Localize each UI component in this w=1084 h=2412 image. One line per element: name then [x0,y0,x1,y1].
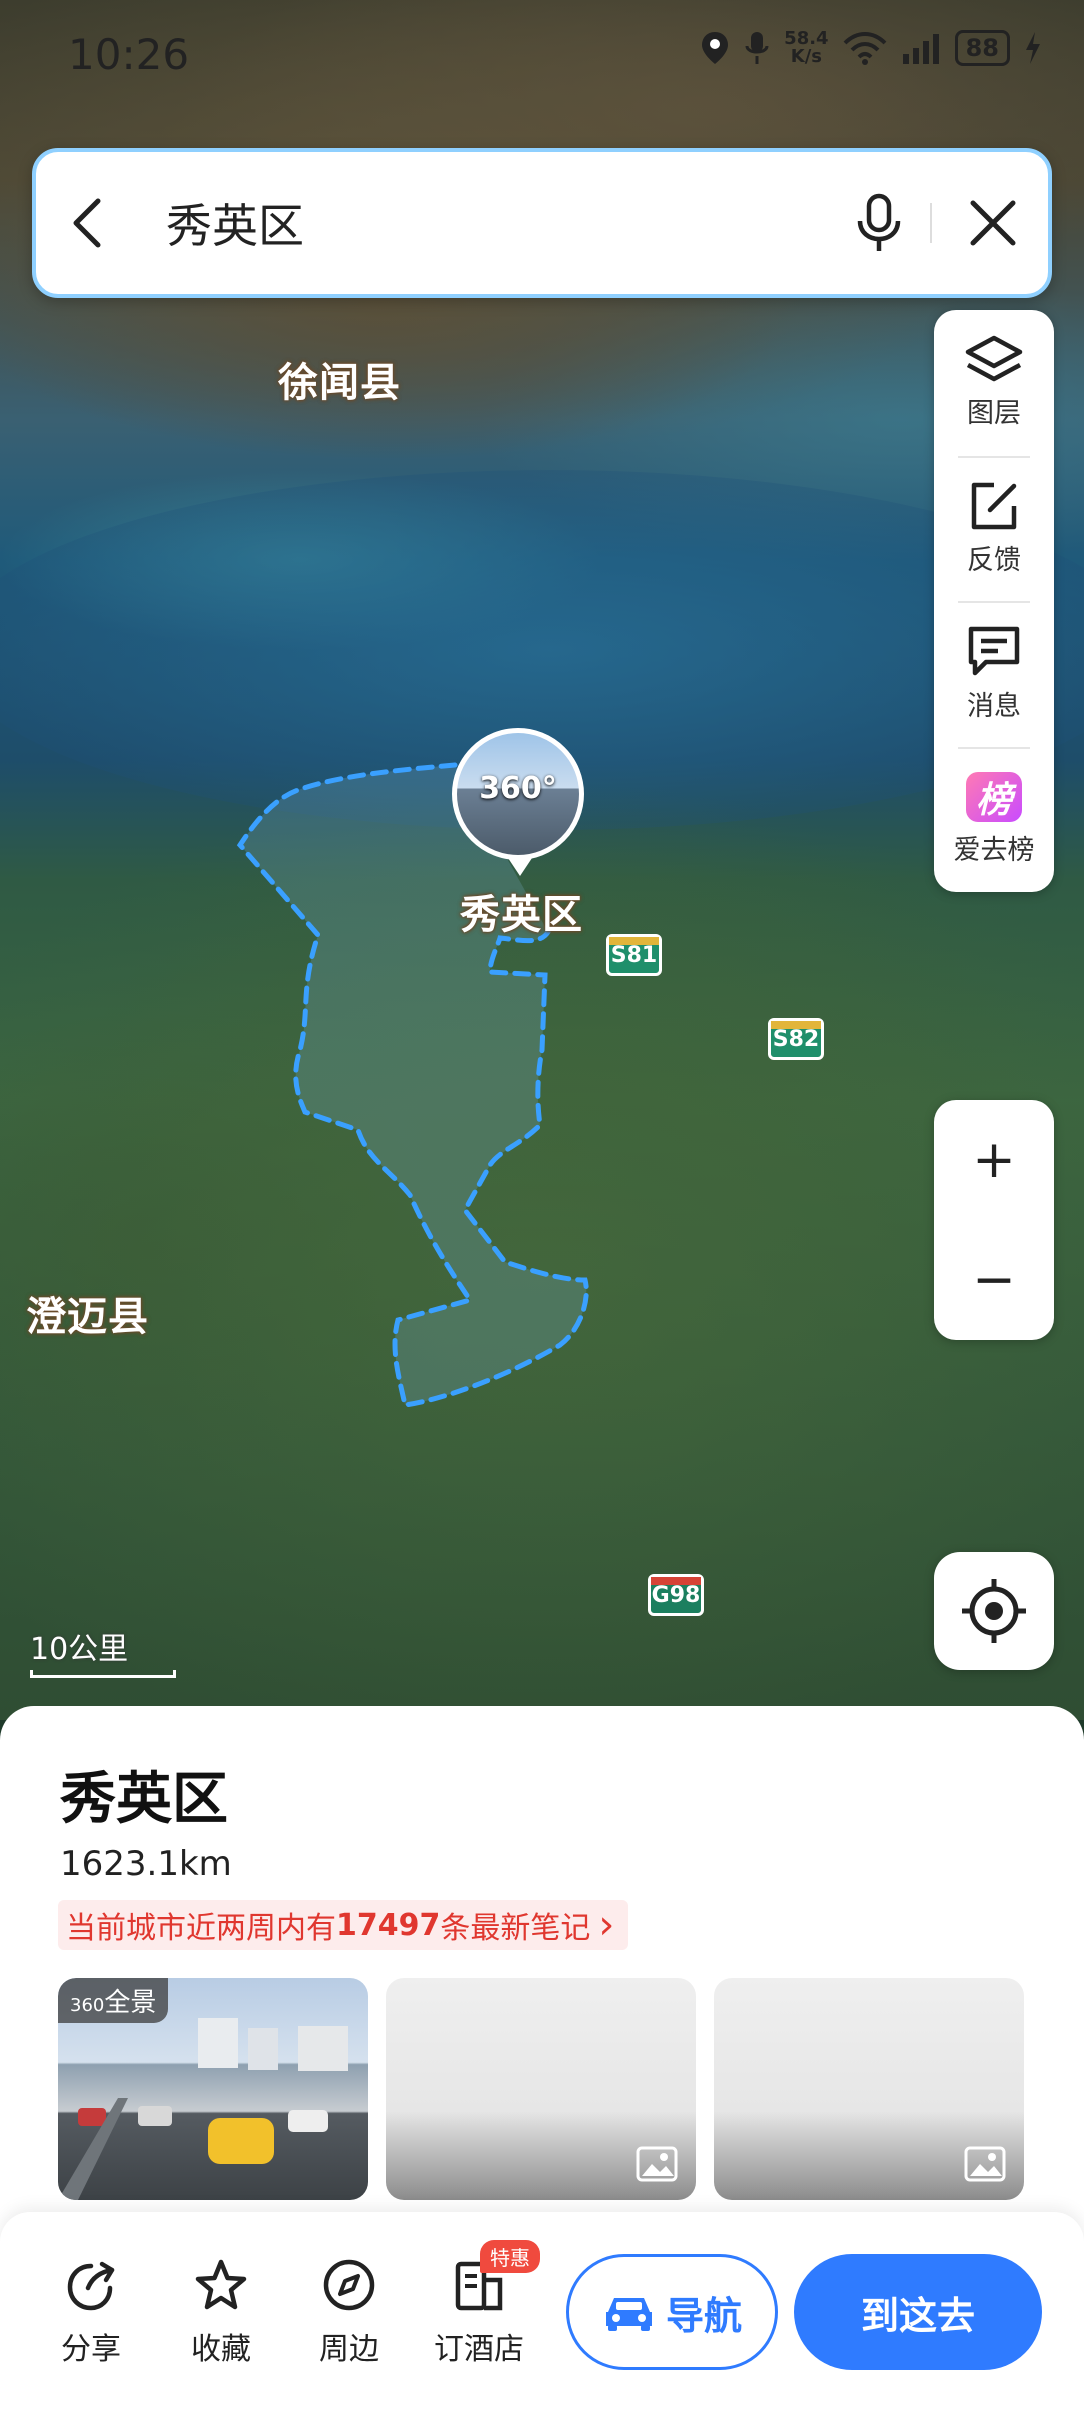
layers-button[interactable]: 图层 [934,310,1054,456]
ranking-button[interactable]: 榜 爱去榜 [934,746,1054,893]
share-icon [67,2261,115,2311]
zoom-out-button[interactable]: − [934,1220,1054,1340]
book-hotel-button[interactable]: 订酒店 [424,2258,534,2368]
crosshair-icon [962,1579,1026,1643]
navigate-label: 导航 [665,2293,742,2338]
close-icon [970,200,1016,246]
image-icon [964,2146,1006,2182]
favorite-button[interactable]: 收藏 [166,2258,276,2368]
notes-banner[interactable]: 当前城市近两周内有 17497 条最新笔记 › [58,1900,629,1950]
location-icon [702,32,729,64]
messages-button[interactable]: 消息 [934,601,1054,747]
pano-360-text: 360° [479,771,557,806]
feedback-label: 反馈 [967,544,1021,576]
road-badge-s82: S82 [768,1018,824,1060]
search-query[interactable]: 秀英区 [136,190,834,256]
photo-panorama[interactable]: 360全景 [58,1978,368,2200]
network-speed: 58.4 K/s [784,30,828,66]
map-tool-panel: 图层 反馈 消息 榜 爱去榜 [934,310,1054,892]
bottom-action-bar: 分享 收藏 周边 订酒店 特惠 导航 到这去 [0,2212,1084,2412]
panorama-marker[interactable]: 360° [452,728,584,860]
pano-tag-label: 全景 [104,1988,157,2018]
microphone-icon [857,193,901,251]
charging-icon [1026,32,1040,64]
search-divider [930,203,932,243]
photo-placeholder-1[interactable] [386,1978,696,2200]
compass-icon [323,2259,375,2311]
notes-suffix: 条最新笔记 [440,1911,591,1946]
layers-label: 图层 [967,398,1021,430]
wifi-icon [843,32,887,65]
pin-tip [508,858,532,876]
scale-text: 10公里 [30,1632,129,1667]
discount-badge: 特惠 [480,2240,540,2273]
ranking-icon: 榜 [966,771,1022,822]
message-icon [968,627,1020,676]
status-time: 10:26 [68,30,190,79]
car-icon [605,2298,652,2331]
image-icon [636,2146,678,2182]
zoom-in-button[interactable]: + [934,1100,1054,1220]
panorama-tag: 360全景 [58,1978,169,2023]
status-bar: 10:26 58.4 K/s 88 [0,0,1084,110]
chevron-right-icon: › [598,1902,615,1948]
back-button[interactable] [36,152,136,294]
place-title: 秀英区 [60,1767,228,1832]
nearby-button[interactable]: 周边 [294,2258,404,2368]
map-label-xuwen[interactable]: 徐闻县 [278,350,401,408]
locate-me-button[interactable] [934,1552,1054,1670]
road-badge-g98: G98 [648,1574,704,1616]
search-bar[interactable]: 秀英区 [32,148,1052,298]
status-icons: 58.4 K/s 88 [700,30,1042,66]
nearby-label: 周边 [319,2332,379,2367]
favorite-label: 收藏 [191,2332,251,2367]
layers-icon [965,336,1023,382]
pano-tag-360: 360 [70,1995,105,2016]
mic-status-icon [745,32,769,64]
map-label-chengmai[interactable]: 澄迈县 [26,1284,149,1342]
road-badge-s81: S81 [606,934,662,976]
map-label-district[interactable]: 秀英区 [460,882,583,940]
place-distance: 1623.1km [60,1844,232,1884]
go-here-button[interactable]: 到这去 [794,2254,1042,2370]
edit-icon [971,482,1017,529]
notes-prefix: 当前城市近两周内有 [66,1911,336,1946]
star-icon [195,2259,247,2310]
feedback-button[interactable]: 反馈 [934,455,1054,602]
share-label: 分享 [61,2332,121,2367]
battery-indicator: 88 [954,30,1010,66]
signal-icon [902,34,939,64]
messages-label: 消息 [967,691,1021,723]
voice-search-button[interactable] [834,152,924,294]
clear-search-button[interactable] [938,152,1048,294]
ranking-label: 爱去榜 [953,834,1035,866]
back-arrow-icon [73,198,101,248]
zoom-controls: + − [934,1100,1054,1340]
network-speed-unit: K/s [790,46,822,67]
scale-line [30,1670,176,1678]
scale-bar: 10公里 [30,1624,176,1678]
notes-count: 17497 [336,1907,441,1943]
navigate-button[interactable]: 导航 [566,2254,778,2370]
share-button[interactable]: 分享 [36,2258,146,2368]
photo-placeholder-2[interactable] [714,1978,1024,2200]
book-hotel-label: 订酒店 [434,2332,524,2367]
